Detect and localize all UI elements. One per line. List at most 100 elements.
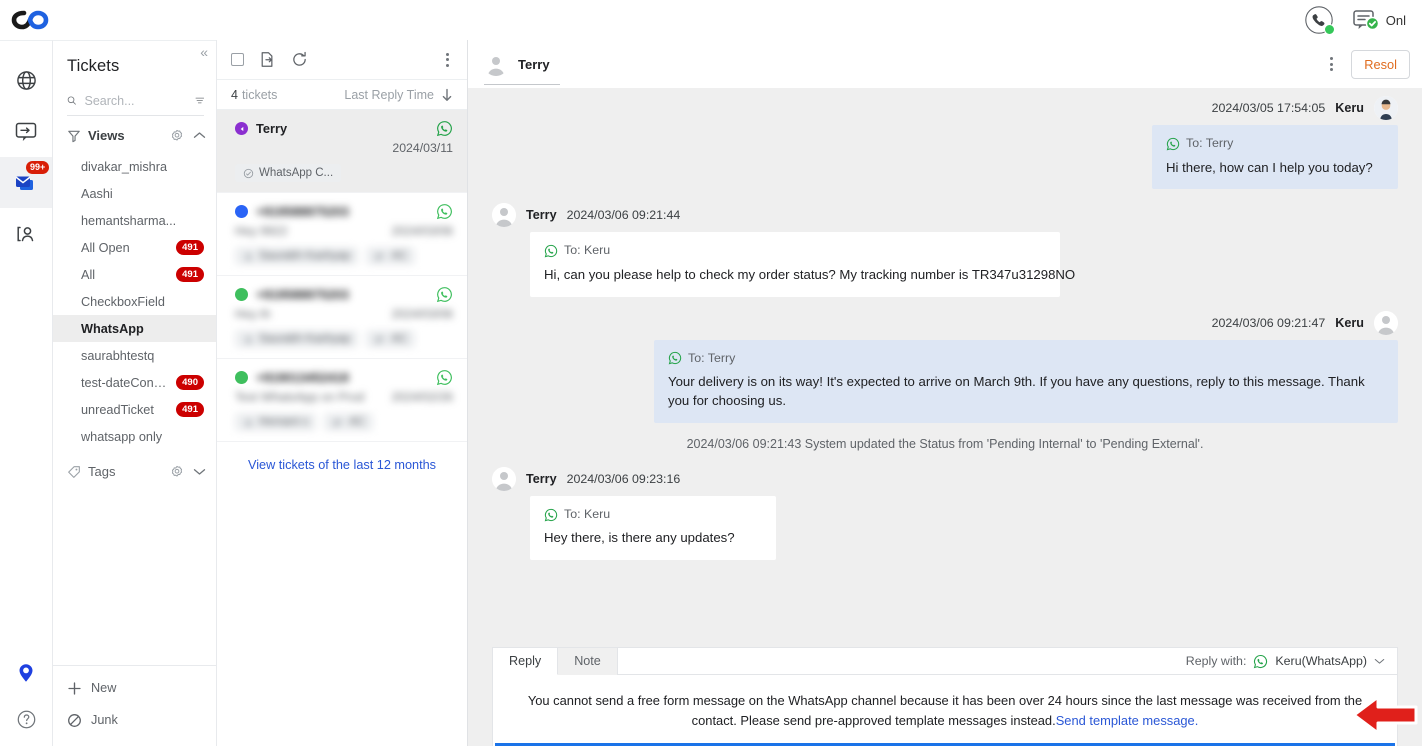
ticket-name: Terry: [256, 121, 288, 136]
online-status-indicator[interactable]: Onl: [1352, 8, 1406, 32]
ticket-name: +919588875203: [256, 204, 349, 219]
ticket-tag[interactable]: Hemant s: [235, 413, 317, 431]
search-icon: [67, 96, 76, 105]
page-title: Tickets: [67, 57, 120, 75]
funnel-icon: [68, 130, 80, 142]
ticket-tag[interactable]: AC: [324, 413, 374, 431]
avatar: [1374, 310, 1398, 335]
more-vertical-icon: [446, 52, 449, 56]
whatsapp-icon: [436, 204, 452, 220]
ticket-row-2[interactable]: +919588875203 Hey 9922 2024/03/06 Saurab…: [217, 193, 467, 276]
tab-reply[interactable]: Reply: [493, 648, 559, 675]
sidebar-item-whatsapp[interactable]: WhatsApp: [53, 315, 216, 342]
ticket-count-number: 4: [231, 87, 238, 102]
ticket-list-panel: 4 tickets Last Reply Time Terry 2024/03/…: [216, 40, 468, 746]
sidebar-item-hemantsharma[interactable]: hemantsharma...: [53, 207, 216, 234]
sidebar-item-all-open[interactable]: All Open 491: [53, 234, 216, 261]
rail-item-help[interactable]: [0, 696, 52, 742]
ticket-list-more-button[interactable]: [442, 49, 453, 71]
message-bubble: To: Keru Hi, can you please help to chec…: [530, 232, 1075, 297]
gear-icon[interactable]: [170, 465, 184, 479]
message-text: Your delivery is on its way! It's expect…: [668, 374, 1365, 409]
message-author: Terry: [526, 208, 557, 223]
tab-contact-terry[interactable]: Terry: [484, 40, 564, 88]
ticket-tag[interactable]: AC: [366, 247, 416, 265]
rail-item-pin[interactable]: [0, 650, 52, 696]
select-all-checkbox[interactable]: [231, 53, 244, 66]
main-body: 99+ « Tickets Search... Views divakar_mi…: [0, 40, 1422, 746]
phone-call-button[interactable]: [1304, 5, 1335, 35]
whatsapp-icon: [1254, 654, 1268, 668]
message-text: Hey there, is there any updates?: [544, 530, 735, 546]
group-icon: [375, 335, 385, 343]
export-icon[interactable]: [259, 51, 276, 68]
ticket-name: +919588875203: [256, 287, 349, 302]
rail-item-globe[interactable]: [0, 55, 52, 106]
ticket-tag[interactable]: Saurabh Kashyap: [235, 330, 359, 348]
top-bar-actions: Onl: [1304, 5, 1406, 35]
message-thread[interactable]: 2024/03/05 17:54:05 Keru To: Terry Hi th…: [468, 88, 1422, 647]
tags-section-header[interactable]: Tags: [53, 450, 216, 489]
sort-label[interactable]: Last Reply Time: [344, 88, 434, 102]
ticket-tag-label: Saurabh Kashyap: [259, 333, 351, 345]
composer-warning: You cannot send a free form message on t…: [493, 675, 1397, 743]
view-count-badge: 491: [176, 402, 204, 417]
conversation-panel: Terry Resol 2024/03/05 17:54:05 Keru To:…: [468, 40, 1422, 746]
message-incoming-2: Terry 2024/03/06 09:23:16 To: Keru Hey t…: [492, 466, 1398, 561]
sidebar-item-test-datecondition[interactable]: test-dateConditi... 490: [53, 369, 216, 396]
chevron-down-icon[interactable]: [1374, 657, 1385, 665]
rail-item-tickets[interactable]: 99+: [0, 157, 52, 208]
sidebar-item-all[interactable]: All 491: [53, 261, 216, 288]
junk-button[interactable]: Junk: [53, 704, 216, 736]
whatsapp-icon: [436, 121, 452, 137]
views-sidebar: « Tickets Views: [52, 40, 216, 746]
message-time: 2024/03/06 09:21:44: [566, 208, 681, 223]
filter-lines-icon[interactable]: [195, 94, 205, 107]
rail-item-contacts[interactable]: [0, 208, 52, 259]
view-last-12-months-link[interactable]: View tickets of the last 12 months: [217, 442, 467, 482]
ticket-date: 2024/03/11: [392, 141, 453, 155]
search-input[interactable]: [84, 93, 187, 108]
ticket-list-scroll[interactable]: Terry 2024/03/11 WhatsApp C... +91958887…: [217, 110, 467, 746]
arrow-down-icon[interactable]: [441, 88, 453, 102]
message-recipient: To: Terry: [1186, 136, 1234, 150]
refresh-icon[interactable]: [291, 51, 308, 68]
ticket-row-3[interactable]: +919588875203 Hey th 2024/03/06 Saurabh …: [217, 276, 467, 359]
ticket-tag[interactable]: WhatsApp C...: [235, 164, 342, 182]
brand-logo[interactable]: [10, 7, 50, 33]
send-template-message-link[interactable]: Send template message.: [1056, 713, 1199, 728]
message-author: Keru: [1335, 101, 1364, 115]
sidebar-item-aashi[interactable]: Aashi: [53, 180, 216, 207]
message-bubble: To: Terry Your delivery is on its way! I…: [654, 339, 1398, 423]
sidebar-item-checkboxfield[interactable]: CheckboxField: [53, 288, 216, 315]
online-status-text: Onl: [1385, 12, 1406, 28]
view-label: CheckboxField: [81, 294, 165, 309]
sidebar-item-divakar-mishra[interactable]: divakar_mishra: [53, 153, 216, 180]
help-circle-icon: [17, 710, 35, 728]
whatsapp-icon: [668, 352, 682, 365]
message-time: 2024/03/06 09:23:16: [566, 471, 681, 486]
ticket-row-4[interactable]: +919013452418 Test WhatsApp on Prod 2024…: [217, 359, 467, 442]
ticket-tag[interactable]: AC: [366, 330, 416, 348]
reply-with-selector[interactable]: Reply with: Keru(WhatsApp): [1186, 654, 1397, 669]
chevron-down-icon[interactable]: [193, 467, 206, 476]
view-count-badge: 491: [176, 267, 204, 282]
resolve-button[interactable]: Resol: [1351, 49, 1410, 79]
collapse-sidebar-button[interactable]: «: [200, 45, 208, 59]
sidebar-item-unreadticket[interactable]: unreadTicket 491: [53, 396, 216, 423]
new-ticket-button[interactable]: New: [53, 672, 216, 704]
sidebar-item-saurabhtestq[interactable]: saurabhtestq: [53, 342, 216, 369]
user-icon: [245, 252, 252, 260]
ticket-row-terry[interactable]: Terry 2024/03/11 WhatsApp C...: [217, 110, 467, 193]
sidebar-item-whatsapp-only[interactable]: whatsapp only: [53, 423, 216, 450]
conversation-more-button[interactable]: [1326, 53, 1337, 75]
message-recipient: To: Keru: [564, 506, 611, 521]
gear-icon[interactable]: [170, 129, 184, 143]
ticket-tag[interactable]: Saurabh Kashyap: [235, 247, 359, 265]
chevron-up-icon[interactable]: [193, 131, 206, 140]
views-section-header[interactable]: Views: [53, 116, 216, 153]
tab-note[interactable]: Note: [558, 647, 618, 675]
composer-tabs: Reply Note Reply with: Keru(WhatsApp): [493, 647, 1397, 675]
rail-item-chat[interactable]: [0, 106, 52, 157]
